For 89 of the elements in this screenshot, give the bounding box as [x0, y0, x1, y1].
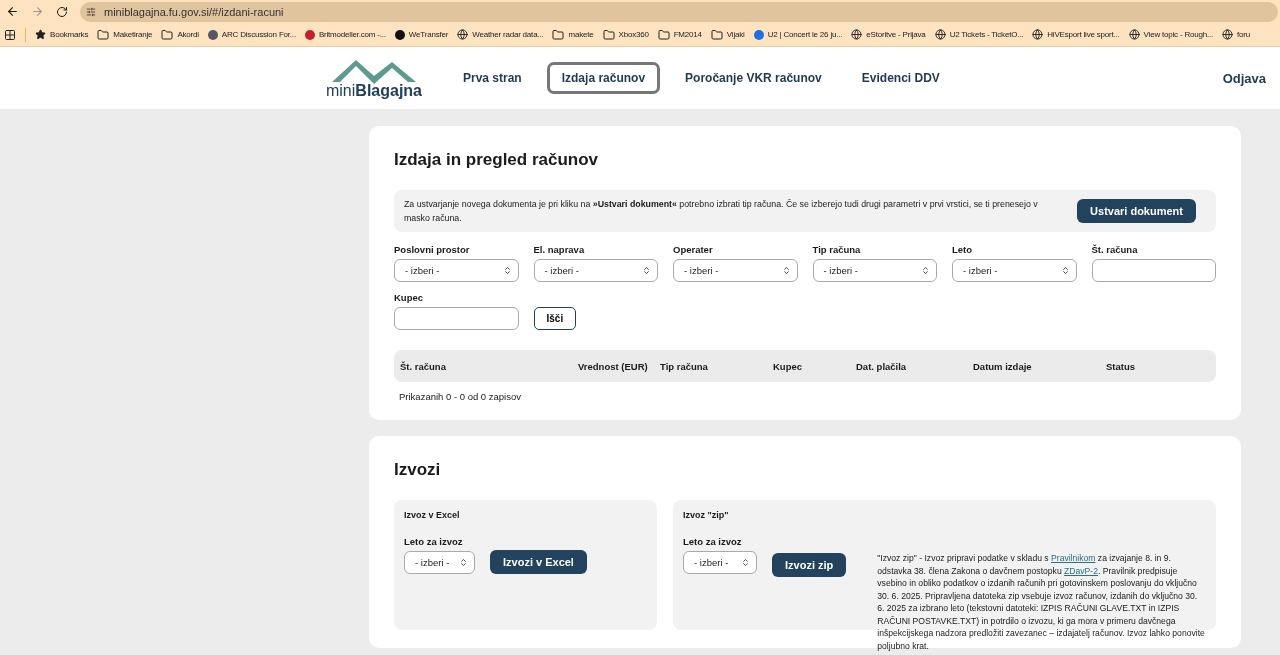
- folder-icon: [657, 28, 670, 41]
- column-header: Kupec: [773, 360, 804, 372]
- panel-title: Izvoz "zip": [683, 510, 730, 520]
- field-label: Tip računa: [812, 244, 862, 255]
- site-icon: [753, 29, 764, 40]
- up-down-chevron-icon: [741, 558, 750, 567]
- records-summary: Prikazanih 0 - 0 od 0 zapisov: [399, 391, 522, 402]
- target-icon: [304, 29, 315, 40]
- select-field[interactable]: - izberi -: [394, 259, 519, 282]
- up-down-chevron-icon: [1060, 266, 1070, 275]
- field-label: El. naprava: [533, 244, 586, 255]
- address-bar[interactable]: miniblagajna.fu.gov.si/#/izdani-racuni: [80, 1, 1278, 22]
- bookmark-item[interactable]: WeTransfer: [394, 29, 449, 40]
- bookmark-item[interactable]: makete: [552, 28, 594, 41]
- logo-text: miniBlagajna: [326, 82, 422, 100]
- export-excel-button[interactable]: Izvozi v Excel: [490, 550, 587, 574]
- nav-link[interactable]: Prva stran: [448, 62, 537, 94]
- reload-icon[interactable]: [56, 5, 68, 18]
- folder-icon: [602, 28, 615, 41]
- select-field[interactable]: - izberi -: [812, 259, 937, 282]
- bookmark-item[interactable]: ARC Discussion For...: [207, 29, 296, 40]
- info-text: Za ustvarjanje novega dokumenta je pri kliku na »Ustvari dokument« potrebno izbrati tip računa. Če se izberejo tudi drugi parametri v prvi vrstici, se ti prenesejo v masko računa.: [404, 198, 1039, 225]
- logout-link[interactable]: Odjava: [1222, 70, 1266, 86]
- regulation-link[interactable]: Pravilnikom: [1051, 553, 1096, 563]
- bookmark-item[interactable]: View topic - Rough...: [1128, 29, 1214, 40]
- panel-title: Izvoz v Excel: [404, 510, 461, 520]
- select-field[interactable]: - izberi -: [683, 551, 757, 574]
- column-header: Vrednost (EUR): [578, 360, 649, 372]
- back-icon[interactable]: [6, 5, 19, 18]
- bookmark-item[interactable]: Maketiranje: [97, 28, 153, 41]
- input-field[interactable]: [394, 307, 519, 330]
- select-field[interactable]: - izberi -: [952, 259, 1077, 282]
- column-header: Status: [1106, 360, 1137, 372]
- field-label: Leto: [952, 244, 974, 255]
- bookmark-item[interactable]: Weather radar data...: [457, 29, 544, 40]
- bookmark-item[interactable]: FM2014: [657, 28, 702, 41]
- bookmark-item[interactable]: Vijaki: [710, 28, 745, 41]
- section-title: Izvozi: [394, 460, 442, 480]
- globe-icon: [851, 29, 863, 40]
- column-header: Dat. plačila: [856, 360, 908, 372]
- globe-icon: [1128, 29, 1140, 40]
- bookmark-item[interactable]: Akordi: [161, 28, 199, 41]
- up-down-chevron-icon: [502, 266, 512, 275]
- globe-icon: [1222, 29, 1234, 40]
- up-down-chevron-icon: [781, 266, 791, 275]
- globe-icon: [934, 29, 946, 40]
- bookmark-item[interactable]: Bookmarks: [35, 29, 89, 40]
- folder-icon: [710, 28, 723, 41]
- column-header: Datum izdaje: [973, 360, 1033, 372]
- field-label: Leto za izvoz: [404, 536, 464, 547]
- section-title: Izdaja in pregled računov: [394, 150, 600, 170]
- field-label: Kupec: [394, 292, 425, 303]
- apps-icon[interactable]: [4, 28, 16, 41]
- bookmark-item[interactable]: foru: [1222, 29, 1251, 40]
- globe-icon: [457, 29, 469, 40]
- bookmark-item[interactable]: HiVEsport live sport...: [1032, 29, 1120, 40]
- site-icon: [207, 29, 218, 40]
- bookmark-item[interactable]: Britmodeller.com -...: [304, 29, 386, 40]
- field-label: Operater: [673, 244, 714, 255]
- create-document-button[interactable]: Ustvari dokument: [1077, 199, 1196, 223]
- site-icon: [394, 29, 405, 40]
- field-label: Št. računa: [1091, 244, 1139, 255]
- regulation-link[interactable]: ZDavP-2: [1064, 565, 1098, 576]
- field-label: Leto za izvoz: [683, 536, 743, 547]
- search-button[interactable]: Išči: [533, 307, 577, 330]
- up-down-chevron-icon: [921, 266, 930, 275]
- bookmark-item[interactable]: U2 Tickets - TicketO...: [934, 29, 1024, 40]
- bookmark-item[interactable]: eStoritve - Prijava: [851, 29, 926, 40]
- input-field[interactable]: [1091, 259, 1216, 282]
- up-down-chevron-icon: [642, 266, 651, 275]
- field-label: Poslovni prostor: [394, 244, 471, 255]
- up-down-chevron-icon: [459, 558, 468, 567]
- select-field[interactable]: - izberi -: [673, 259, 798, 282]
- star-icon: [35, 29, 46, 40]
- zip-description: "Izvoz zip" - Izvoz pripravi podatke v skladu s Pravilnikom za izvajanje 8. in 9. odstavka 38. člena Zakona o davčnem postopku ZDavP-2. Pravilnik predpisuje vsebino in obliko podatkov o izdanih računih pri gotovinskem poslovanju do vključno 30. 6. 2025. Pripravljena datoteka zip vsebuje izvoz računov, izdanih do vključno 30. 6. 2025 za izbrano leto (tekstovni datoteki: IZPIS RAČUNI GLAVE.TXT in IZPIS RAČUNI POSTAVKE.TXT) in potrdilo o izvozu, ki ga mora v primeru davčnega inšpekcijskega nadzora predložiti zavezanec – izdajatelj računov. Izvoz lahko ponovite poljubno krat.: [877, 552, 1206, 652]
- column-header: Tip računa: [660, 360, 709, 372]
- nav-link[interactable]: Evidenci DDV: [846, 62, 955, 94]
- select-field[interactable]: - izberi -: [404, 551, 475, 574]
- export-zip-button[interactable]: Izvozi zip: [772, 553, 847, 577]
- folder-icon: [97, 28, 110, 41]
- column-header: Št. računa: [400, 360, 447, 372]
- bookmark-item[interactable]: Xbox360: [602, 28, 649, 41]
- folder-icon: [161, 28, 174, 41]
- globe-icon: [1032, 29, 1044, 40]
- bookmark-item[interactable]: U2 | Concert le 26 ju...: [753, 29, 843, 40]
- select-field[interactable]: - izberi -: [533, 259, 658, 282]
- nav-link[interactable]: Poročanje VKR računov: [670, 62, 837, 94]
- nav-link[interactable]: Izdaja računov: [546, 62, 661, 94]
- folder-icon: [552, 28, 565, 41]
